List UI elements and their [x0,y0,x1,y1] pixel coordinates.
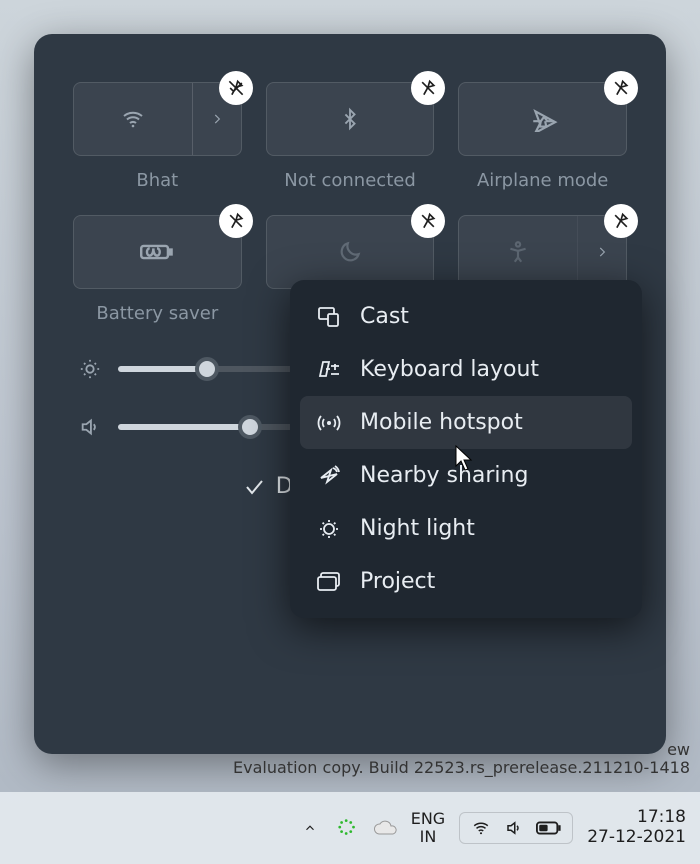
tray-overflow[interactable] [301,821,319,835]
nearby-icon [316,464,342,488]
wifi-tray-icon [470,819,492,837]
tile-label: Battery saver [96,303,218,324]
clock[interactable]: 17:18 27-12-2021 [587,808,686,847]
airplane-icon [528,106,558,132]
keyboard-layout-icon [316,358,342,382]
battery-tray-icon [536,820,562,836]
desktop-watermark: ew Evaluation copy. Build 22523.rs_prere… [233,758,690,777]
ctx-keyboard-layout[interactable]: Keyboard layout [300,343,632,396]
wifi-icon [74,83,193,155]
wifi-button[interactable] [73,82,242,156]
ctx-label: Night light [360,516,475,541]
night-light-icon [316,517,342,541]
mouse-cursor [455,445,473,471]
tile-label: Bhat [136,170,178,191]
battery-saver-icon [140,241,174,263]
accessibility-button[interactable] [458,215,627,289]
volume-tray-icon [504,819,524,837]
brightness-thumb[interactable] [195,357,219,381]
battery-saver-button[interactable] [73,215,242,289]
accessibility-icon [459,216,578,288]
tray-app-icon[interactable] [337,817,359,839]
unpin-accessibility[interactable] [604,204,638,238]
tile-battery-saver: Battery saver [74,215,241,324]
focus-button[interactable] [266,215,435,289]
unpin-airplane[interactable] [604,71,638,105]
ctx-project[interactable]: Project [300,555,632,608]
airplane-button[interactable] [458,82,627,156]
tile-bluetooth: Not connected [267,82,434,191]
ctx-mobile-hotspot[interactable]: Mobile hotspot [300,396,632,449]
unpin-focus[interactable] [411,204,445,238]
project-icon [316,571,342,593]
unpin-wifi[interactable] [219,71,253,105]
tile-wifi: Bhat [74,82,241,191]
unpin-bluetooth[interactable] [411,71,445,105]
unpin-battery[interactable] [219,204,253,238]
ctx-label: Cast [360,304,409,329]
tile-airplane: Airplane mode [459,82,626,191]
ctx-label: Keyboard layout [360,357,539,382]
ctx-night-light[interactable]: Night light [300,502,632,555]
ctx-label: Nearby sharing [360,463,528,488]
tile-label: Airplane mode [477,170,608,191]
brightness-icon [74,358,106,380]
ctx-label: Project [360,569,435,594]
volume-icon [74,416,106,438]
moon-icon [337,239,363,265]
onedrive-icon[interactable] [373,820,397,836]
bluetooth-button[interactable] [266,82,435,156]
cast-icon [316,306,342,328]
language-indicator[interactable]: ENG IN [411,810,445,847]
bluetooth-icon [339,104,361,134]
hotspot-icon [316,411,342,435]
taskbar: ENG IN 17:18 27-12-2021 [0,792,700,864]
volume-thumb[interactable] [238,415,262,439]
ctx-cast[interactable]: Cast [300,290,632,343]
ctx-label: Mobile hotspot [360,410,523,435]
system-tray[interactable] [459,812,573,844]
tile-label: Not connected [284,170,416,191]
